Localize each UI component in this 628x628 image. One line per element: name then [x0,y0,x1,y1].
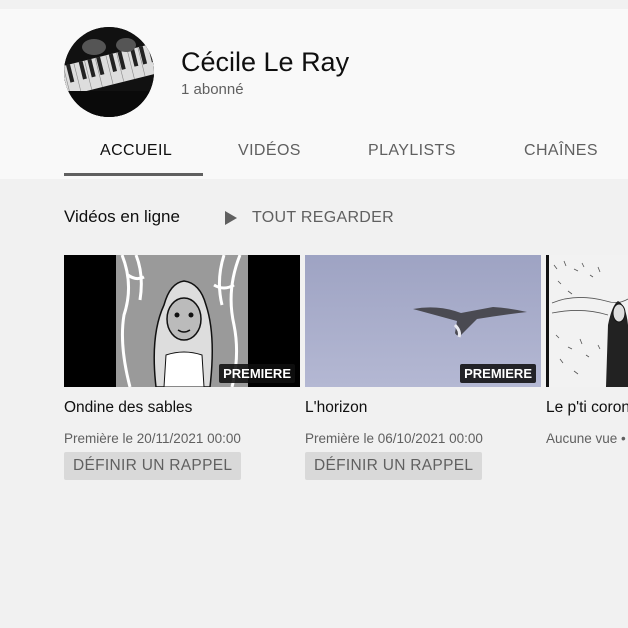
piano-avatar-icon [64,27,154,117]
active-tab-indicator [64,173,203,176]
play-all-button[interactable]: TOUT REGARDER [224,207,394,229]
video-title[interactable]: Le p'ti coron [546,399,628,417]
tab-videos[interactable]: VIDÉOS [238,142,301,160]
video-title[interactable]: Ondine des sables [64,399,192,417]
premiere-badge: PREMIERE [219,364,295,383]
video-meta: Aucune vue • [546,431,626,446]
video-thumbnail[interactable]: PREMIERE [305,255,541,387]
video-meta: Première le 20/11/2021 00:00 [64,431,241,446]
channel-header: Cécile Le Ray 1 abonné ACCUEIL VIDÉOS PL… [0,9,628,179]
section-title: Vidéos en ligne [64,207,180,226]
channel-avatar[interactable] [64,27,154,117]
video-thumbnail[interactable] [546,255,628,387]
video-thumbnail[interactable]: PREMIERE [64,255,300,387]
video-meta: Première le 06/10/2021 00:00 [305,431,483,446]
tab-chaines[interactable]: CHAÎNES [524,142,598,160]
set-reminder-button[interactable]: DÉFINIR UN RAPPEL [64,452,242,480]
play-icon [225,211,237,225]
premiere-badge: PREMIERE [460,364,536,383]
play-all-label: TOUT REGARDER [252,209,394,226]
thumbnail-coron-image [546,255,628,387]
channel-tabs: ACCUEIL VIDÉOS PLAYLISTS CHAÎNES [0,134,628,179]
video-title[interactable]: L'horizon [305,399,367,417]
subscriber-count: 1 abonné [181,81,244,98]
set-reminder-button[interactable]: DÉFINIR UN RAPPEL [305,452,483,480]
tab-playlists[interactable]: PLAYLISTS [368,142,456,160]
channel-name: Cécile Le Ray [181,47,350,77]
tab-accueil[interactable]: ACCUEIL [100,142,172,160]
page-clip: Cécile Le Ray 1 abonné ACCUEIL VIDÉOS PL… [0,0,628,628]
